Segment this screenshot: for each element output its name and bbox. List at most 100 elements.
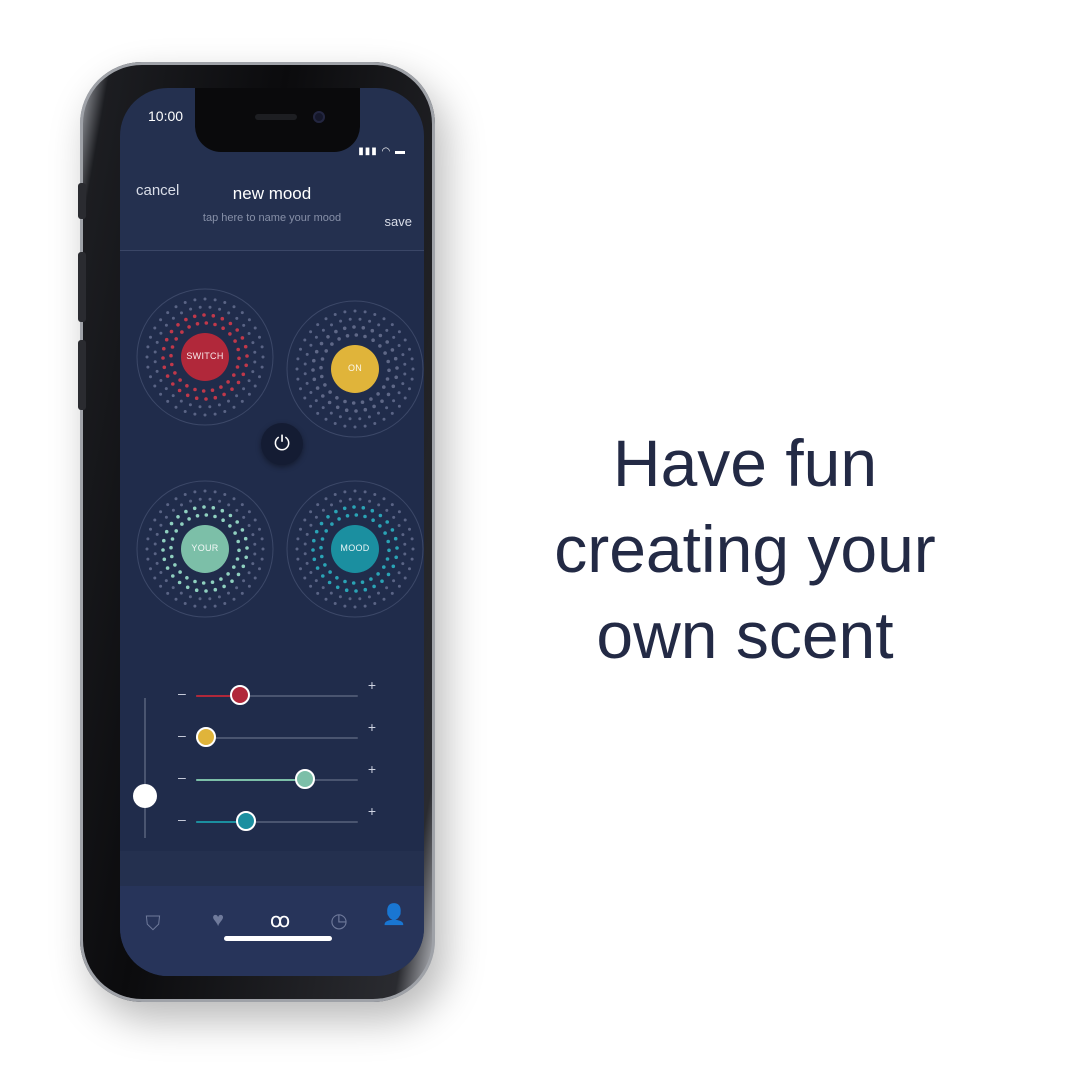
tab-bar: ⛉ ♥ ꝏ ◷ 👤 [120, 886, 424, 976]
decrease-icon[interactable]: – [178, 811, 186, 827]
increase-icon[interactable]: + [368, 719, 376, 735]
dial-dot [303, 396, 307, 400]
dial-dot [390, 411, 394, 415]
decrease-icon[interactable]: – [178, 685, 186, 701]
dial-dot [188, 403, 192, 407]
dial-dot [235, 365, 240, 369]
tab-favorites[interactable]: ♥ [202, 904, 234, 936]
increase-icon[interactable]: + [368, 677, 376, 693]
dial-dot [227, 399, 230, 403]
dial-dot [408, 567, 411, 571]
dial-dot [243, 344, 248, 349]
dial-dot [162, 365, 167, 370]
dial-dot [173, 371, 177, 375]
dial-dot [385, 508, 389, 512]
dial-dot [164, 387, 168, 391]
dial-dot [380, 579, 384, 583]
dial-dot [343, 310, 347, 314]
dial-dot [193, 298, 197, 302]
scent-label: ON [347, 363, 363, 373]
dial-dot [247, 318, 251, 322]
home-indicator[interactable] [224, 936, 332, 941]
dial-dot [223, 301, 227, 304]
slider-your[interactable]: – + [174, 761, 384, 795]
slider-knob[interactable] [294, 769, 315, 789]
mood-title[interactable]: new mood [120, 184, 424, 204]
dial-dot [165, 566, 170, 570]
slider-switch[interactable]: – + [174, 677, 384, 711]
slider-mood[interactable]: – + [174, 803, 384, 837]
mood-name-hint[interactable]: tap here to name your mood [120, 212, 424, 224]
dial-dot [335, 396, 339, 400]
dial-dot [377, 323, 381, 327]
dial-dot [184, 317, 188, 322]
dial-dot [159, 392, 163, 396]
dial-dot [235, 394, 239, 398]
dial-dot [223, 602, 227, 605]
dial-dot [153, 576, 157, 580]
slider-on[interactable]: – + [174, 719, 384, 753]
tab-history[interactable]: ◷ [323, 904, 355, 936]
dial-dot [386, 572, 391, 577]
dial-dot [171, 574, 175, 578]
dial-dot [335, 576, 339, 580]
dial-dot [390, 503, 394, 507]
dial-dot [369, 577, 373, 581]
increase-icon[interactable]: + [368, 761, 376, 777]
scent-label: YOUR [191, 543, 219, 553]
dial-dot [242, 515, 246, 519]
decrease-icon[interactable]: – [178, 727, 186, 743]
notch [195, 88, 360, 152]
dial-dot [296, 357, 300, 361]
dial-dot [386, 392, 391, 397]
dial-dot [174, 405, 178, 409]
scent-dial-switch[interactable]: SWITCH [136, 269, 274, 441]
dial-dot [334, 329, 338, 334]
dial-dot [380, 399, 384, 403]
dial-dot [155, 340, 159, 344]
dial-dot [378, 344, 382, 348]
dial-dot [208, 405, 212, 409]
speaker [255, 114, 297, 120]
dial-dot [338, 415, 342, 419]
dial-dot [371, 518, 375, 522]
dial-dot [403, 576, 407, 580]
dial-dot [367, 595, 371, 599]
dial-dot [210, 580, 215, 584]
dial-dot [164, 529, 169, 534]
dial-dot [187, 325, 191, 329]
decrease-icon[interactable]: – [178, 769, 186, 785]
dial-dot [351, 581, 356, 585]
dial-dot [260, 557, 264, 561]
tab-create[interactable]: ꝏ [264, 904, 296, 936]
dial-dot [146, 345, 150, 349]
dial-dot [253, 326, 257, 330]
power-button[interactable]: ⏻ [261, 423, 303, 465]
dial-dot [305, 381, 309, 385]
dial-dot [309, 510, 313, 514]
dial-dot [348, 497, 352, 501]
dial-dot [368, 499, 372, 503]
scent-dial-mood[interactable]: MOOD [286, 461, 424, 633]
dial-dot [321, 328, 325, 332]
dial-dot [390, 528, 395, 532]
slider-knob[interactable] [229, 685, 250, 705]
scent-dial-on[interactable]: ON [286, 281, 424, 453]
dial-dot [320, 374, 324, 379]
slider-knob[interactable] [195, 727, 216, 747]
dial-dot [169, 329, 174, 334]
increase-icon[interactable]: + [368, 803, 376, 819]
scent-dial-your[interactable]: YOUR [136, 461, 274, 633]
dial-dot [385, 328, 389, 332]
save-button[interactable]: save [385, 214, 412, 229]
dial-dot [171, 508, 175, 512]
tab-shop[interactable]: ⛉ [137, 908, 169, 940]
slider-knob[interactable] [236, 811, 257, 831]
dial-dot [410, 557, 414, 561]
tab-profile[interactable]: 👤 [378, 898, 410, 930]
intensity-knob[interactable] [133, 784, 157, 808]
dial-dot [321, 586, 325, 590]
dial-dot [299, 387, 302, 391]
dial-dot [378, 513, 383, 518]
dial-dot [193, 490, 197, 494]
